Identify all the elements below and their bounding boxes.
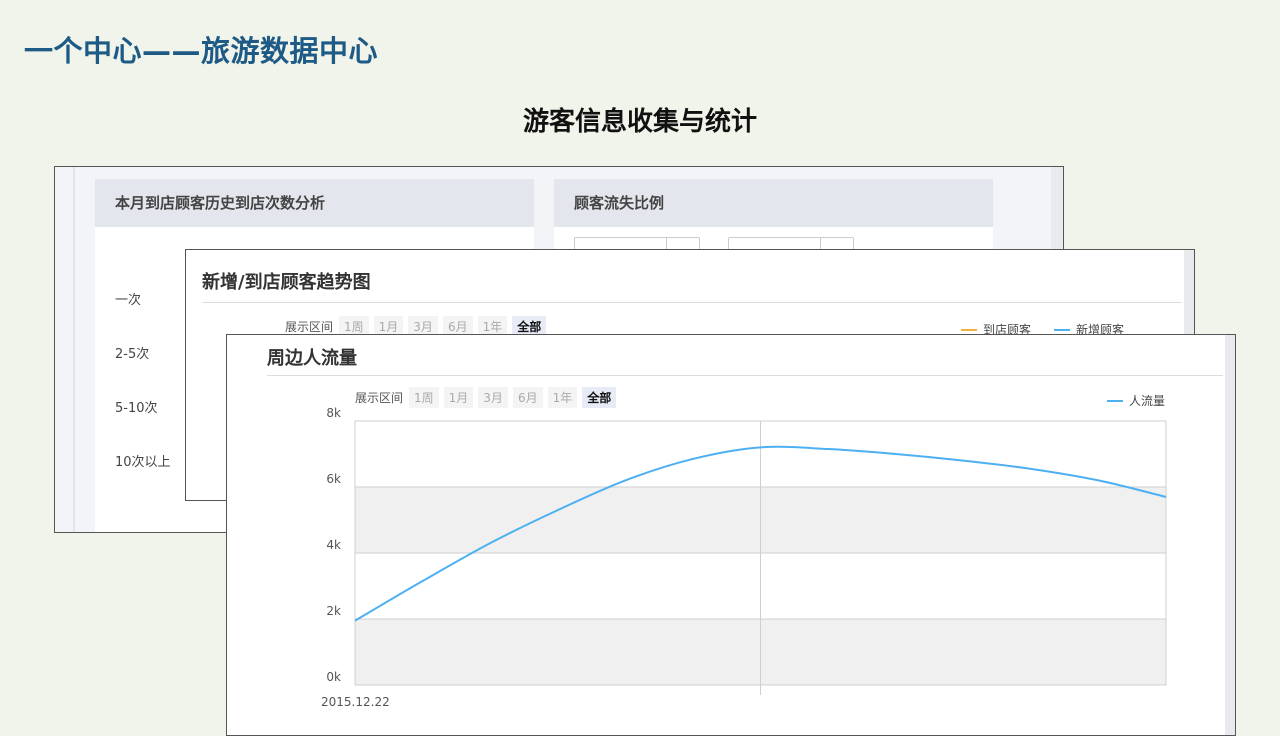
traffic-line-chart: 0k 2k 4k 6k 8k 2015.12.22 — [321, 406, 1167, 709]
divider — [202, 302, 1182, 303]
history-row-label: 一次 — [115, 293, 142, 308]
history-visits-title: 本月到店顾客历史到店次数分析 — [95, 179, 534, 227]
dashboard-window-front: 周边人流量 展示区间 1周 1月 3月 6月 1年 全部 人流量 0k 2k 4k 6… — [226, 334, 1236, 736]
y-tick-label: 6k — [326, 472, 341, 486]
y-tick-label: 8k — [326, 406, 341, 420]
legend-swatch — [961, 328, 977, 331]
history-row-label: 10次以上 — [115, 455, 171, 470]
x-tick-label: 2015.12.22 — [321, 695, 390, 709]
slide-title: 一个中心——旅游数据中心 — [24, 34, 379, 68]
y-tick-label: 2k — [326, 604, 341, 618]
slide-subtitle: 游客信息收集与统计 — [522, 107, 757, 137]
range-label: 展示区间 — [285, 320, 334, 334]
trend-chart-title: 新增/到店顾客趋势图 — [202, 272, 371, 293]
y-tick-label: 4k — [326, 538, 341, 552]
side-strip — [73, 167, 75, 532]
history-row-label: 2-5次 — [115, 347, 150, 362]
history-row-label: 5-10次 — [115, 401, 158, 416]
legend-swatch — [1054, 328, 1070, 331]
scrollbar[interactable] — [1225, 335, 1235, 735]
churn-ratio-title: 顾客流失比例 — [554, 179, 993, 227]
y-tick-label: 0k — [326, 670, 341, 684]
